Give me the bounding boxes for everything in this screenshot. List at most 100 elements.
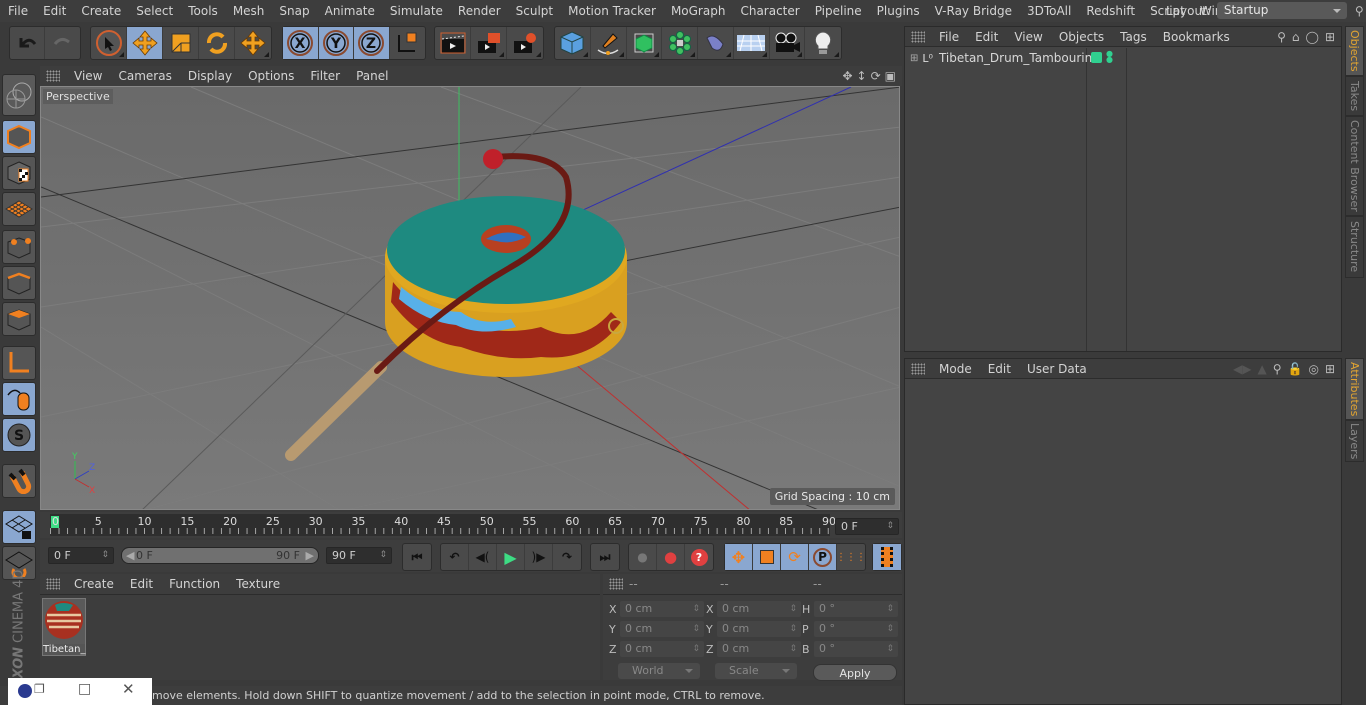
- light-button[interactable]: [805, 27, 841, 59]
- scale-button[interactable]: [163, 27, 199, 59]
- attribute-menu-mode[interactable]: Mode: [931, 362, 980, 376]
- panel-grip[interactable]: [911, 362, 925, 375]
- camera-label[interactable]: Perspective: [43, 89, 113, 104]
- render-picture-viewer-button[interactable]: [471, 27, 507, 59]
- layer-color-icon[interactable]: [1091, 52, 1102, 63]
- new-window-icon[interactable]: ⊞: [1325, 362, 1335, 376]
- auto-key-button[interactable]: ●: [657, 544, 685, 570]
- object-menu-bookmarks[interactable]: Bookmarks: [1155, 30, 1238, 44]
- cloner-button[interactable]: [662, 27, 698, 59]
- move-button[interactable]: [127, 27, 163, 59]
- previous-frame-button[interactable]: ◀(: [469, 544, 497, 570]
- panel-grip[interactable]: [46, 578, 60, 590]
- menu-file[interactable]: File: [0, 4, 35, 18]
- point-mode-button[interactable]: [2, 230, 36, 264]
- previous-key-button[interactable]: ↶: [441, 544, 469, 570]
- unlock-icon[interactable]: 🔓: [1288, 362, 1303, 376]
- dolly-view-icon[interactable]: ↕: [857, 69, 867, 83]
- rot-b-field[interactable]: 0 ° ⇕: [814, 641, 898, 657]
- layout-dropdown[interactable]: Startup: [1216, 2, 1347, 19]
- x-axis-button[interactable]: X: [283, 27, 319, 59]
- menu-motion-tracker[interactable]: Motion Tracker: [560, 4, 663, 18]
- next-key-button[interactable]: ↷: [553, 544, 581, 570]
- menu-vray-bridge[interactable]: V-Ray Bridge: [927, 4, 1019, 18]
- maximize-icon[interactable]: □: [78, 681, 91, 697]
- edge-mode-button[interactable]: [2, 266, 36, 300]
- key-scale-button[interactable]: [753, 544, 781, 570]
- size-x-field[interactable]: 0 cm ⇕: [717, 601, 801, 617]
- search-icon[interactable]: ⚲: [1277, 30, 1286, 44]
- menu-animate[interactable]: Animate: [317, 4, 382, 18]
- menu-snap[interactable]: Snap: [271, 4, 316, 18]
- toggle-view-icon[interactable]: ▣: [885, 69, 896, 83]
- menu-simulate[interactable]: Simulate: [382, 4, 450, 18]
- panel-grip[interactable]: [609, 578, 623, 590]
- record-key-button[interactable]: ●: [629, 544, 657, 570]
- orbit-view-icon[interactable]: ⟳: [871, 69, 881, 83]
- workplane-mode-button[interactable]: [2, 192, 36, 226]
- panel-grip[interactable]: [46, 70, 60, 82]
- redo-button[interactable]: [45, 27, 80, 59]
- attribute-menu-user-data[interactable]: User Data: [1019, 362, 1095, 376]
- frame-range-slider[interactable]: ◀ 0 F 90 F ▶: [121, 547, 319, 564]
- pos-z-field[interactable]: 0 cm ⇕: [620, 641, 704, 657]
- tab-attributes[interactable]: Attributes: [1345, 358, 1364, 420]
- search-icon[interactable]: ⚲: [1273, 362, 1282, 376]
- object-menu-edit[interactable]: Edit: [967, 30, 1006, 44]
- menu-create[interactable]: Create: [73, 4, 128, 18]
- pos-x-field[interactable]: 0 cm ⇕: [620, 601, 704, 617]
- timeline-ruler[interactable]: 0 5 10 15 20 25 30 35 40 45 50 55 60 65 70 75 80 85 90: [50, 514, 836, 536]
- apply-button[interactable]: Apply: [813, 664, 897, 681]
- timeline-window-button[interactable]: [873, 544, 901, 570]
- panel-grip[interactable]: [911, 30, 925, 43]
- goto-end-button[interactable]: ⏭: [591, 544, 619, 570]
- up-arrow-icon[interactable]: ▲: [1257, 362, 1266, 376]
- camera-button[interactable]: [770, 27, 806, 59]
- menu-redshift[interactable]: Redshift: [1078, 4, 1142, 18]
- object-row[interactable]: ⊞ L⁰ Tibetan_Drum_Tambourine ● ●: [905, 49, 1341, 67]
- rotate-button[interactable]: [199, 27, 235, 59]
- key-rotation-button[interactable]: ⟳: [781, 544, 809, 570]
- viewport-menu-options[interactable]: Options: [240, 69, 302, 83]
- z-axis-button[interactable]: Z: [354, 27, 390, 59]
- attribute-menu-edit[interactable]: Edit: [980, 362, 1019, 376]
- undo-button[interactable]: [10, 27, 46, 59]
- recent-move-button[interactable]: [235, 27, 271, 59]
- size-mode-dropdown[interactable]: Scale: [715, 663, 797, 679]
- tab-objects[interactable]: Objects: [1345, 26, 1364, 76]
- pen-button[interactable]: [591, 27, 627, 59]
- tweak-mode-button[interactable]: [2, 382, 36, 416]
- key-pla-button[interactable]: ⋮⋮⋮: [836, 544, 866, 570]
- viewport-menu-filter[interactable]: Filter: [302, 69, 348, 83]
- model-mode-button[interactable]: [2, 120, 36, 154]
- snap-button[interactable]: [2, 464, 36, 498]
- object-menu-tags[interactable]: Tags: [1112, 30, 1155, 44]
- lock-workplane-button[interactable]: [2, 510, 36, 544]
- target-icon[interactable]: ◎: [1308, 362, 1318, 376]
- pos-y-field[interactable]: 0 cm ⇕: [620, 621, 704, 637]
- workplane-button[interactable]: [2, 74, 36, 116]
- tab-takes[interactable]: Takes: [1345, 76, 1364, 116]
- polygon-mode-button[interactable]: [2, 302, 36, 336]
- rot-h-field[interactable]: 0 ° ⇕: [814, 601, 898, 617]
- render-settings-button[interactable]: [507, 27, 543, 59]
- new-window-icon[interactable]: ⊞: [1325, 30, 1335, 44]
- rot-p-field[interactable]: 0 ° ⇕: [814, 621, 898, 637]
- menu-mograph[interactable]: MoGraph: [663, 4, 733, 18]
- menu-3dtoall[interactable]: 3DToAll: [1019, 4, 1078, 18]
- texture-mode-button[interactable]: [2, 156, 36, 190]
- material-menu-texture[interactable]: Texture: [228, 577, 288, 591]
- object-menu-view[interactable]: View: [1006, 30, 1050, 44]
- pan-view-icon[interactable]: ✥: [842, 69, 852, 83]
- tab-layers[interactable]: Layers: [1345, 420, 1364, 462]
- menu-edit[interactable]: Edit: [35, 4, 73, 18]
- home-icon[interactable]: ⌂: [1292, 30, 1300, 44]
- viewport-menu-cameras[interactable]: Cameras: [110, 69, 179, 83]
- current-frame-field[interactable]: 0 F ⇕: [835, 518, 899, 535]
- material-menu-create[interactable]: Create: [66, 577, 122, 591]
- object-menu-file[interactable]: File: [931, 30, 967, 44]
- back-arrow-icon[interactable]: ◀▶: [1233, 362, 1251, 376]
- object-name[interactable]: Tibetan_Drum_Tambourine: [939, 51, 1100, 65]
- floor-button[interactable]: [734, 27, 770, 59]
- coordinate-system-button[interactable]: [390, 27, 425, 59]
